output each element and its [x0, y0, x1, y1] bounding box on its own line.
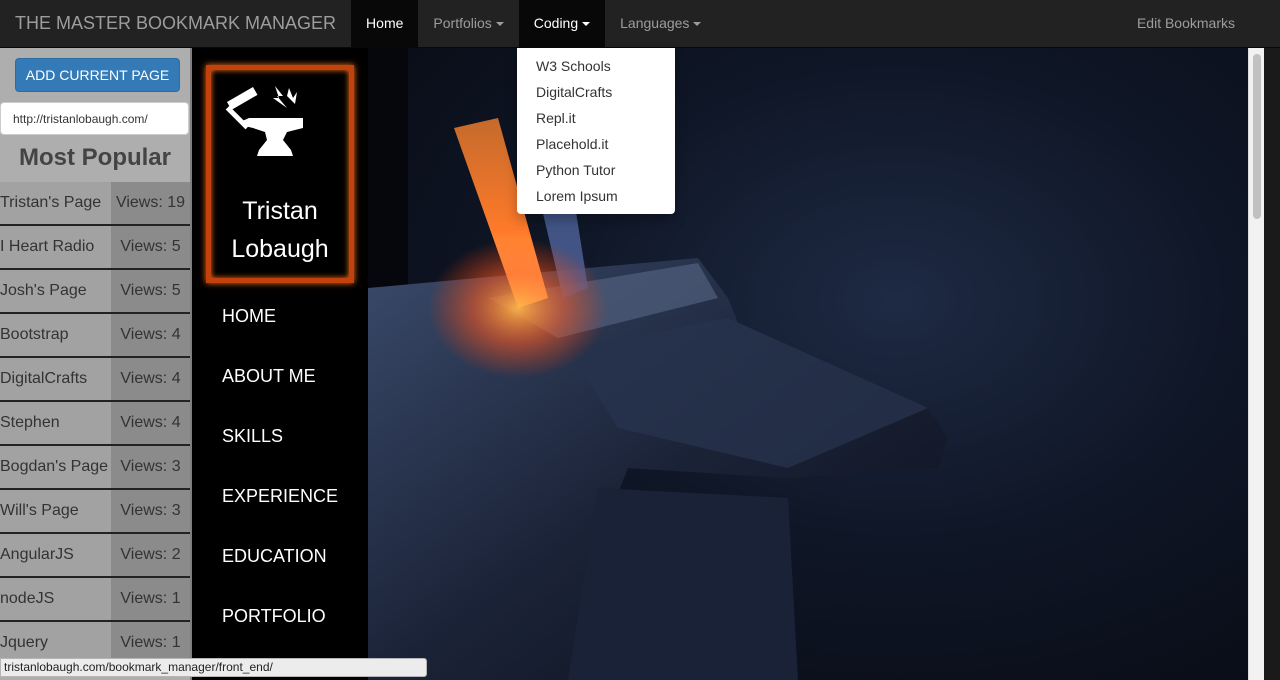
popular-name[interactable]: Stephen: [0, 402, 111, 444]
nav-home[interactable]: Home: [351, 0, 419, 47]
nav-languages[interactable]: Languages: [605, 0, 716, 47]
popular-row[interactable]: nodeJS Views: 1: [0, 578, 190, 622]
site-owner-first: Tristan: [242, 197, 318, 225]
popular-name[interactable]: Bogdan's Page: [0, 446, 111, 488]
anvil-illustration: [368, 48, 948, 680]
logo-frame[interactable]: Tristan Lobaugh: [206, 65, 354, 283]
dropdown-item-replit[interactable]: Repl.it: [517, 105, 675, 131]
window-edge: [1264, 48, 1280, 680]
site-nav-about[interactable]: ABOUT ME: [222, 362, 338, 422]
popular-name[interactable]: Will's Page: [0, 490, 111, 532]
popular-row[interactable]: Tristan's Page Views: 19: [0, 182, 190, 226]
popular-row[interactable]: Josh's Page Views: 5: [0, 270, 190, 314]
navbar-brand[interactable]: THE MASTER BOOKMARK MANAGER: [0, 0, 351, 47]
nav-portfolios-label: Portfolios: [433, 15, 492, 31]
popular-name[interactable]: DigitalCrafts: [0, 358, 111, 400]
add-current-page-button[interactable]: ADD CURRENT PAGE: [15, 58, 180, 92]
dropdown-item-placeholdit[interactable]: Placehold.it: [517, 131, 675, 157]
portfolio-nav: HOME ABOUT ME SKILLS EXPERIENCE EDUCATIO…: [222, 302, 338, 662]
site-nav-experience[interactable]: EXPERIENCE: [222, 482, 338, 542]
popular-views: Views: 4: [111, 402, 190, 444]
popular-name[interactable]: I Heart Radio: [0, 226, 111, 268]
site-owner-name: Tristan Lobaugh: [211, 192, 349, 268]
site-nav-portfolio[interactable]: PORTFOLIO: [222, 602, 338, 662]
link-status-bar: tristanlobaugh.com/bookmark_manager/fron…: [0, 658, 427, 677]
popular-views: Views: 19: [111, 182, 190, 224]
popular-views: Views: 5: [111, 226, 190, 268]
popular-views: Views: 1: [111, 578, 190, 620]
popular-row[interactable]: Will's Page Views: 3: [0, 490, 190, 534]
popular-row[interactable]: DigitalCrafts Views: 4: [0, 358, 190, 402]
caret-down-icon: [693, 22, 702, 27]
popular-views: Views: 4: [111, 358, 190, 400]
nav-languages-label: Languages: [620, 15, 690, 31]
site-nav-skills[interactable]: SKILLS: [222, 422, 338, 482]
top-navbar: THE MASTER BOOKMARK MANAGER Home Portfol…: [0, 0, 1280, 48]
url-input[interactable]: [0, 102, 189, 135]
site-nav-education[interactable]: EDUCATION: [222, 542, 338, 602]
scrollbar-thumb[interactable]: [1253, 54, 1261, 219]
hero-anvil-image: [368, 48, 1248, 680]
anvil-hammer-icon: [225, 86, 303, 156]
dropdown-item-python-tutor[interactable]: Python Tutor: [517, 157, 675, 183]
nav-home-label: Home: [366, 15, 404, 31]
popular-views: Views: 5: [111, 270, 190, 312]
portfolio-sidebar: Tristan Lobaugh HOME ABOUT ME SKILLS EXP…: [192, 48, 368, 680]
navbar-spacer: [716, 0, 1122, 47]
popular-name[interactable]: nodeJS: [0, 578, 111, 620]
popular-name[interactable]: AngularJS: [0, 534, 111, 576]
site-nav-home[interactable]: HOME: [222, 302, 338, 362]
dropdown-item-lorem-ipsum[interactable]: Lorem Ipsum: [517, 183, 675, 209]
popular-row[interactable]: Bogdan's Page Views: 3: [0, 446, 190, 490]
vertical-scrollbar[interactable]: [1248, 48, 1264, 680]
nav-portfolios[interactable]: Portfolios: [418, 0, 518, 47]
popular-views: Views: 3: [111, 446, 190, 488]
popular-views: Views: 2: [111, 534, 190, 576]
bookmark-sidebar: ADD CURRENT PAGE Most Popular Tristan's …: [0, 48, 192, 680]
dropdown-item-digitalcrafts[interactable]: DigitalCrafts: [517, 79, 675, 105]
edit-bookmarks-link[interactable]: Edit Bookmarks: [1122, 0, 1280, 47]
popular-row[interactable]: I Heart Radio Views: 5: [0, 226, 190, 270]
caret-down-icon: [582, 22, 591, 27]
popular-name[interactable]: Josh's Page: [0, 270, 111, 312]
popular-row[interactable]: AngularJS Views: 2: [0, 534, 190, 578]
coding-dropdown-menu: W3 Schools DigitalCrafts Repl.it Placeho…: [517, 48, 675, 214]
dropdown-item-w3schools[interactable]: W3 Schools: [517, 53, 675, 79]
popular-views: Views: 3: [111, 490, 190, 532]
popular-row[interactable]: Stephen Views: 4: [0, 402, 190, 446]
nav-coding[interactable]: Coding: [518, 0, 606, 47]
caret-down-icon: [495, 22, 504, 27]
popular-views: Views: 4: [111, 314, 190, 356]
most-popular-heading: Most Popular: [18, 144, 171, 171]
popular-name[interactable]: Tristan's Page: [0, 182, 111, 224]
site-owner-last: Lobaugh: [231, 235, 329, 263]
popular-row[interactable]: Bootstrap Views: 4: [0, 314, 190, 358]
nav-coding-label: Coding: [533, 15, 579, 31]
popular-list: Tristan's Page Views: 19 I Heart Radio Vie…: [0, 182, 190, 666]
popular-name[interactable]: Bootstrap: [0, 314, 111, 356]
